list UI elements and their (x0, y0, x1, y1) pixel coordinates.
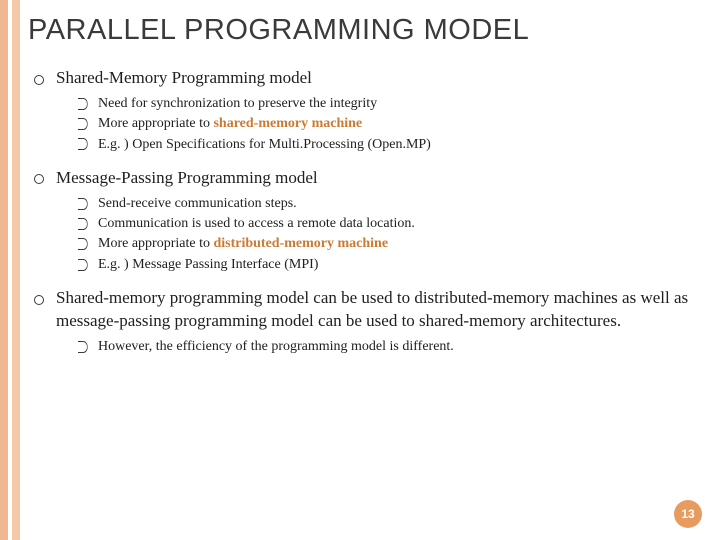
sub-list: Send-receive communication steps. Commun… (56, 194, 704, 275)
slide-title: PARALLEL PROGRAMMING MODEL (28, 14, 704, 47)
sub-item-text: More appropriate to (98, 236, 213, 251)
slide-content: PARALLEL PROGRAMMING MODEL Shared-Memory… (28, 8, 704, 532)
page-number-badge: 13 (674, 500, 702, 528)
sub-item-text: More appropriate to (98, 116, 213, 131)
sub-item-text: However, the efficiency of the programmi… (98, 339, 454, 354)
list-item: Shared-Memory Programming model Need for… (34, 67, 704, 155)
list-item-heading: Shared-memory programming model can be u… (56, 288, 688, 330)
sub-item-text: E.g. ) Message Passing Interface (MPI) (98, 257, 318, 272)
sub-item: Send-receive communication steps. (78, 194, 704, 214)
list-item: Message-Passing Programming model Send-r… (34, 167, 704, 275)
accent-stripe-inner (12, 0, 20, 540)
sub-item-highlight: distributed-memory machine (213, 236, 388, 251)
sub-list: Need for synchronization to preserve the… (56, 94, 704, 155)
list-item-heading: Shared-Memory Programming model (56, 68, 312, 87)
sub-item-text: E.g. ) Open Specifications for Multi.Pro… (98, 137, 431, 152)
sub-item: However, the efficiency of the programmi… (78, 337, 704, 357)
sub-item-text: Communication is used to access a remote… (98, 216, 415, 231)
sub-item: More appropriate to distributed-memory m… (78, 234, 704, 254)
sub-item-text: Send-receive communication steps. (98, 196, 297, 211)
page-number: 13 (681, 507, 694, 521)
sub-item: Communication is used to access a remote… (78, 214, 704, 234)
sub-item-highlight: shared-memory machine (213, 116, 362, 131)
bullet-list: Shared-Memory Programming model Need for… (28, 67, 704, 357)
sub-item-text: Need for synchronization to preserve the… (98, 96, 377, 111)
sub-item: More appropriate to shared-memory machin… (78, 114, 704, 134)
list-item-heading: Message-Passing Programming model (56, 168, 318, 187)
accent-stripe-outer (0, 0, 8, 540)
sub-item: E.g. ) Message Passing Interface (MPI) (78, 255, 704, 275)
sub-item: E.g. ) Open Specifications for Multi.Pro… (78, 135, 704, 155)
list-item: Shared-memory programming model can be u… (34, 287, 704, 357)
sub-item: Need for synchronization to preserve the… (78, 94, 704, 114)
sub-list: However, the efficiency of the programmi… (56, 337, 704, 357)
